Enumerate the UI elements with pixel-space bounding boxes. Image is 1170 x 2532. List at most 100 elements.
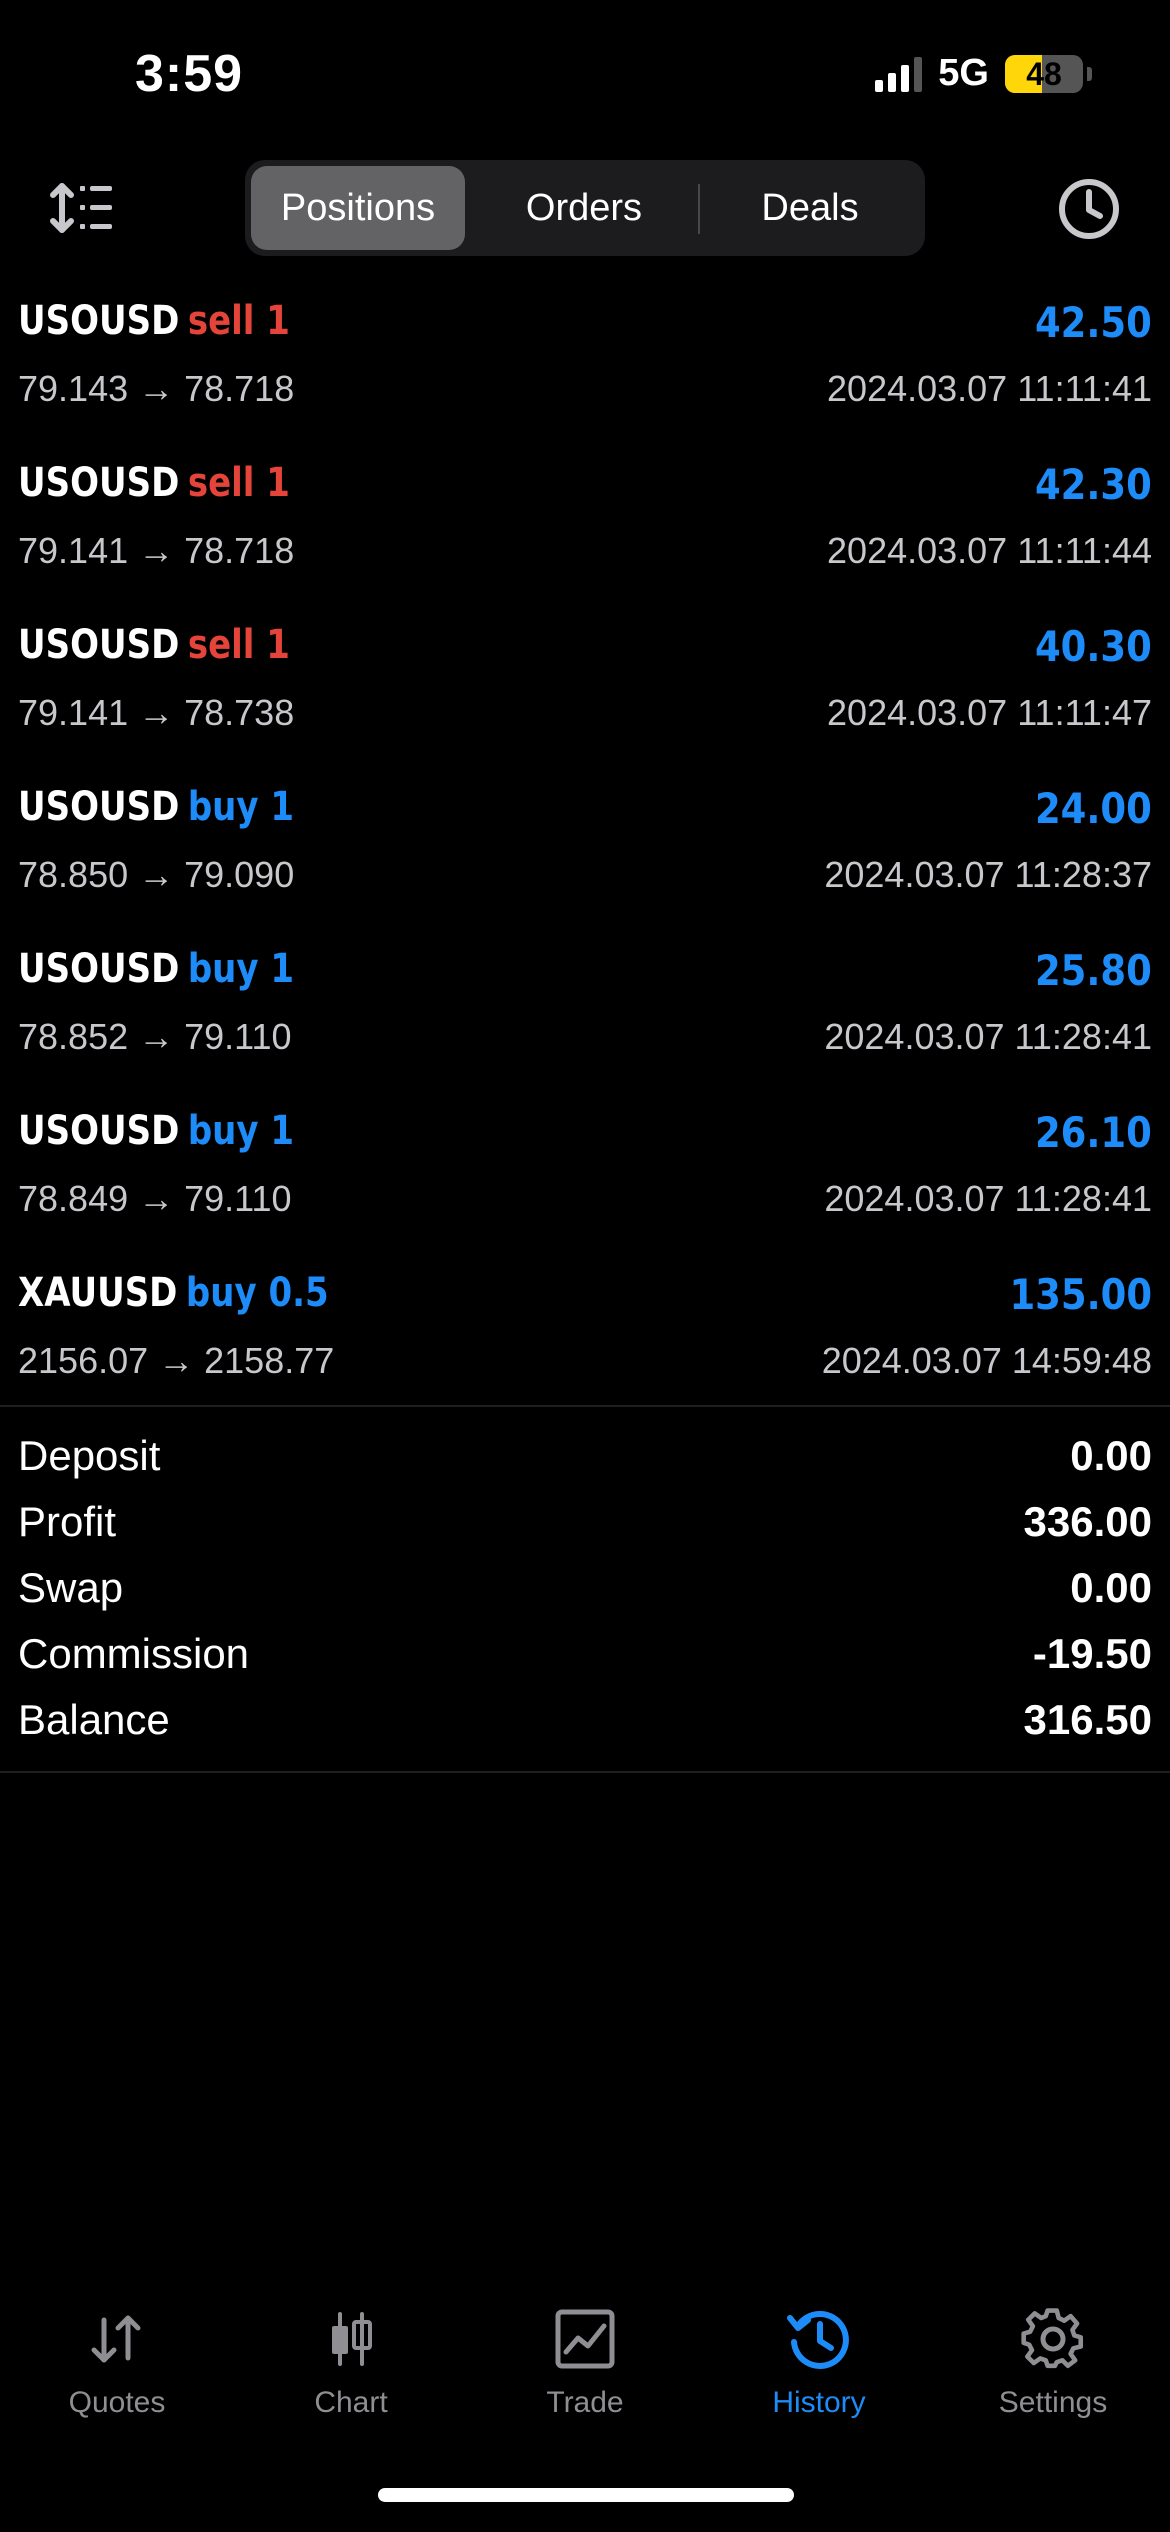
tab-history[interactable]: History xyxy=(702,2306,936,2436)
deal-prices: 79.143 → 78.718 xyxy=(18,368,295,409)
deal-side-volume: sell 1 xyxy=(187,622,290,668)
tab-deals[interactable]: Deals xyxy=(705,166,915,250)
summary-label: Swap xyxy=(18,1564,124,1611)
status-time: 3:59 xyxy=(135,45,244,103)
summary-label: Balance xyxy=(18,1696,170,1743)
sort-list-icon[interactable] xyxy=(50,178,116,238)
deal-time: 2024.03.07 11:28:41 xyxy=(824,1016,1152,1057)
home-indicator[interactable] xyxy=(378,2488,794,2502)
deal-row[interactable]: USOUSD sell 1 42.50 79.143 → 78.718 2024.… xyxy=(0,286,1170,448)
deal-row[interactable]: USOUSD sell 1 42.30 79.141 → 78.718 2024.… xyxy=(0,448,1170,610)
history-toolbar: Positions Orders Deals xyxy=(0,160,1170,260)
summary-label: Profit xyxy=(18,1498,117,1545)
deal-title: USOUSD buy 1 xyxy=(18,784,294,830)
summary-top-divider xyxy=(0,1405,1170,1407)
deal-prices: 78.849 → 79.110 xyxy=(18,1178,292,1219)
battery-icon: 48 xyxy=(1005,54,1083,93)
deal-side-volume: buy 1 xyxy=(187,1108,295,1154)
tab-quotes[interactable]: Quotes xyxy=(0,2306,234,2436)
summary-bottom-divider xyxy=(0,1771,1170,1773)
deal-profit: 40.30 xyxy=(1035,622,1152,671)
summary-value: 336.00 xyxy=(1023,1498,1152,1545)
trade-chart-icon xyxy=(555,2309,615,2369)
deal-list: USOUSD sell 1 42.50 79.143 → 78.718 2024.… xyxy=(0,286,1170,1420)
deal-profit: 25.80 xyxy=(1035,946,1152,995)
tab-trade[interactable]: Trade xyxy=(468,2306,702,2436)
deal-time: 2024.03.07 14:59:48 xyxy=(821,1340,1152,1381)
deal-row[interactable]: XAUUSD buy 0.5 135.00 2156.07 → 2158.77 2… xyxy=(0,1258,1170,1420)
deal-symbol: USOUSD xyxy=(18,298,180,344)
deal-prices: 79.141 → 78.718 xyxy=(18,530,295,571)
summary-value: 0.00 xyxy=(1070,1564,1152,1611)
deal-title: USOUSD buy 1 xyxy=(18,946,294,992)
tab-orders[interactable]: Orders xyxy=(479,166,689,250)
deal-profit: 42.30 xyxy=(1035,460,1152,509)
status-indicators: 5G 48 xyxy=(875,52,1092,95)
deal-profit: 24.00 xyxy=(1035,784,1152,833)
segmented-control: Positions Orders Deals xyxy=(245,160,925,256)
candlestick-chart-icon xyxy=(332,2312,372,2366)
deal-time: 2024.03.07 11:11:44 xyxy=(827,530,1152,571)
deal-prices: 78.852 → 79.110 xyxy=(18,1016,292,1057)
deal-prices: 78.850 → 79.090 xyxy=(18,854,295,895)
deal-symbol: USOUSD xyxy=(18,460,180,506)
status-bar: 3:59 5G 48 xyxy=(0,0,1170,150)
deal-time: 2024.03.07 11:11:41 xyxy=(827,368,1152,409)
deal-symbol: XAUUSD xyxy=(18,1270,178,1316)
deal-prices: 2156.07 → 2158.77 xyxy=(18,1340,335,1381)
battery-cap xyxy=(1087,66,1092,81)
deal-symbol: USOUSD xyxy=(18,622,180,668)
deal-profit: 135.00 xyxy=(1009,1270,1152,1319)
summary-profit: Profit 336.00 xyxy=(0,1492,1170,1558)
deal-title: USOUSD sell 1 xyxy=(18,460,290,506)
tab-label: Settings xyxy=(998,2386,1108,2419)
tab-label: Quotes xyxy=(68,2386,166,2419)
deal-symbol: USOUSD xyxy=(18,946,180,992)
deal-row[interactable]: USOUSD sell 1 40.30 79.141 → 78.738 2024.… xyxy=(0,610,1170,772)
battery-percent: 48 xyxy=(1026,55,1062,92)
summary-swap: Swap 0.00 xyxy=(0,1558,1170,1624)
deal-side-volume: buy 1 xyxy=(187,784,295,830)
deal-side-volume: buy 1 xyxy=(187,946,295,992)
deal-title: XAUUSD buy 0.5 xyxy=(18,1270,329,1316)
summary-section: Deposit 0.00 Profit 336.00 Swap 0.00 Com… xyxy=(0,1426,1170,1756)
gear-icon xyxy=(1021,2308,1084,2369)
summary-label: Deposit xyxy=(18,1432,161,1479)
deal-side-volume: sell 1 xyxy=(187,298,290,344)
deal-side-volume: buy 0.5 xyxy=(185,1270,329,1316)
deal-time: 2024.03.07 11:28:37 xyxy=(824,854,1152,895)
summary-value: 316.50 xyxy=(1023,1696,1152,1743)
deal-side-volume: sell 1 xyxy=(187,460,290,506)
network-type: 5G xyxy=(938,52,989,94)
segment-divider xyxy=(698,184,700,234)
deal-symbol: USOUSD xyxy=(18,784,180,830)
summary-deposit: Deposit 0.00 xyxy=(0,1426,1170,1492)
tab-label: History xyxy=(772,2386,866,2419)
deal-row[interactable]: USOUSD buy 1 24.00 78.850 → 79.090 2024.0… xyxy=(0,772,1170,934)
summary-label: Commission xyxy=(18,1630,250,1677)
tab-label: Trade xyxy=(546,2386,624,2419)
summary-commission: Commission -19.50 xyxy=(0,1624,1170,1690)
history-clock-icon xyxy=(787,2311,849,2369)
deal-title: USOUSD sell 1 xyxy=(18,298,290,344)
bottom-tab-bar: Quotes Chart Trade History Settings xyxy=(0,2290,1170,2440)
cellular-signal-icon xyxy=(875,56,923,92)
deal-prices: 79.141 → 78.738 xyxy=(18,692,295,733)
tab-positions[interactable]: Positions xyxy=(251,166,465,250)
summary-value: -19.50 xyxy=(1032,1630,1152,1677)
deal-symbol: USOUSD xyxy=(18,1108,180,1154)
quotes-arrows-icon xyxy=(91,2315,141,2363)
clock-icon[interactable] xyxy=(1056,176,1122,242)
deal-title: USOUSD sell 1 xyxy=(18,622,290,668)
deal-profit: 26.10 xyxy=(1035,1108,1152,1157)
tab-label: Chart xyxy=(314,2386,388,2419)
tab-chart[interactable]: Chart xyxy=(234,2306,468,2436)
deal-title: USOUSD buy 1 xyxy=(18,1108,294,1154)
tab-settings[interactable]: Settings xyxy=(936,2306,1170,2436)
deal-time: 2024.03.07 11:11:47 xyxy=(827,692,1152,733)
deal-time: 2024.03.07 11:28:41 xyxy=(824,1178,1152,1219)
deal-row[interactable]: USOUSD buy 1 26.10 78.849 → 79.110 2024.0… xyxy=(0,1096,1170,1258)
deal-profit: 42.50 xyxy=(1035,298,1152,347)
deal-row[interactable]: USOUSD buy 1 25.80 78.852 → 79.110 2024.0… xyxy=(0,934,1170,1096)
summary-value: 0.00 xyxy=(1070,1432,1152,1479)
